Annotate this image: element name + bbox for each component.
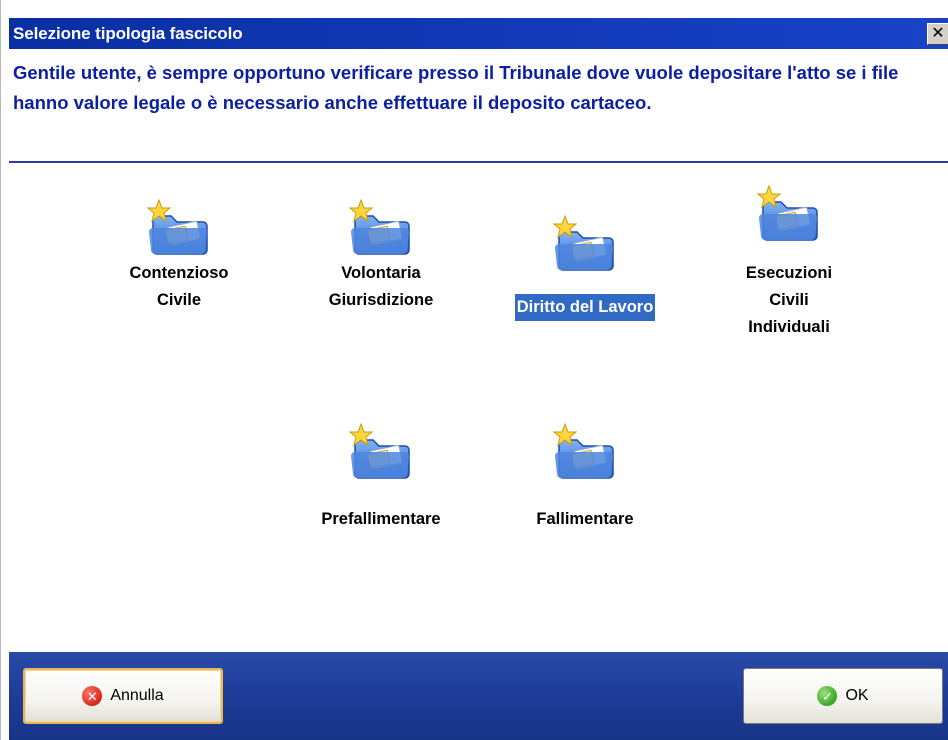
window-title: Selezione tipologia fascicolo xyxy=(13,23,243,43)
option-label: Fallimentare xyxy=(536,510,634,528)
option-contenzioso-civile[interactable]: Contenzioso Civile xyxy=(79,198,279,314)
option-label: Volontaria Giurisdizione xyxy=(328,264,434,309)
check-icon: ✓ xyxy=(817,686,838,706)
option-esecuzioni-civili-individuali[interactable]: Esecuzioni Civili Individuali xyxy=(689,184,889,341)
folder-star-icon xyxy=(348,198,413,260)
cancel-button[interactable]: ✕ Annulla xyxy=(23,668,223,724)
close-button[interactable]: ✕ xyxy=(927,23,948,45)
option-volontaria-giurisdizione[interactable]: Volontaria Giurisdizione xyxy=(281,198,481,314)
folder-star-icon xyxy=(552,422,617,484)
separator xyxy=(9,161,948,163)
option-label: Prefallimentare xyxy=(321,510,441,528)
option-label: Contenzioso Civile xyxy=(129,264,229,309)
info-message: Gentile utente, è sempre opportuno verif… xyxy=(13,62,899,113)
folder-star-icon xyxy=(552,214,617,276)
title-bar: Selezione tipologia fascicolo ✕ xyxy=(9,18,948,49)
dialog-window: Selezione tipologia fascicolo ✕ Gentile … xyxy=(0,0,948,740)
folder-star-icon xyxy=(348,422,413,484)
ok-button[interactable]: ✓ OK xyxy=(743,668,943,724)
option-label: Diritto del Lavoro xyxy=(514,294,656,321)
option-prefallimentare[interactable]: Prefallimentare xyxy=(281,422,481,533)
cancel-button-label: Annulla xyxy=(110,687,164,704)
option-label: Esecuzioni Civili Individuali xyxy=(745,264,833,336)
cancel-icon: ✕ xyxy=(82,686,103,706)
ok-button-label: OK xyxy=(845,687,869,704)
option-fallimentare[interactable]: Fallimentare xyxy=(485,422,685,533)
option-diritto-del-lavoro[interactable]: Diritto del Lavoro xyxy=(485,214,685,321)
folder-star-icon xyxy=(756,184,821,246)
folder-star-icon xyxy=(146,198,211,260)
close-icon: ✕ xyxy=(931,25,945,42)
